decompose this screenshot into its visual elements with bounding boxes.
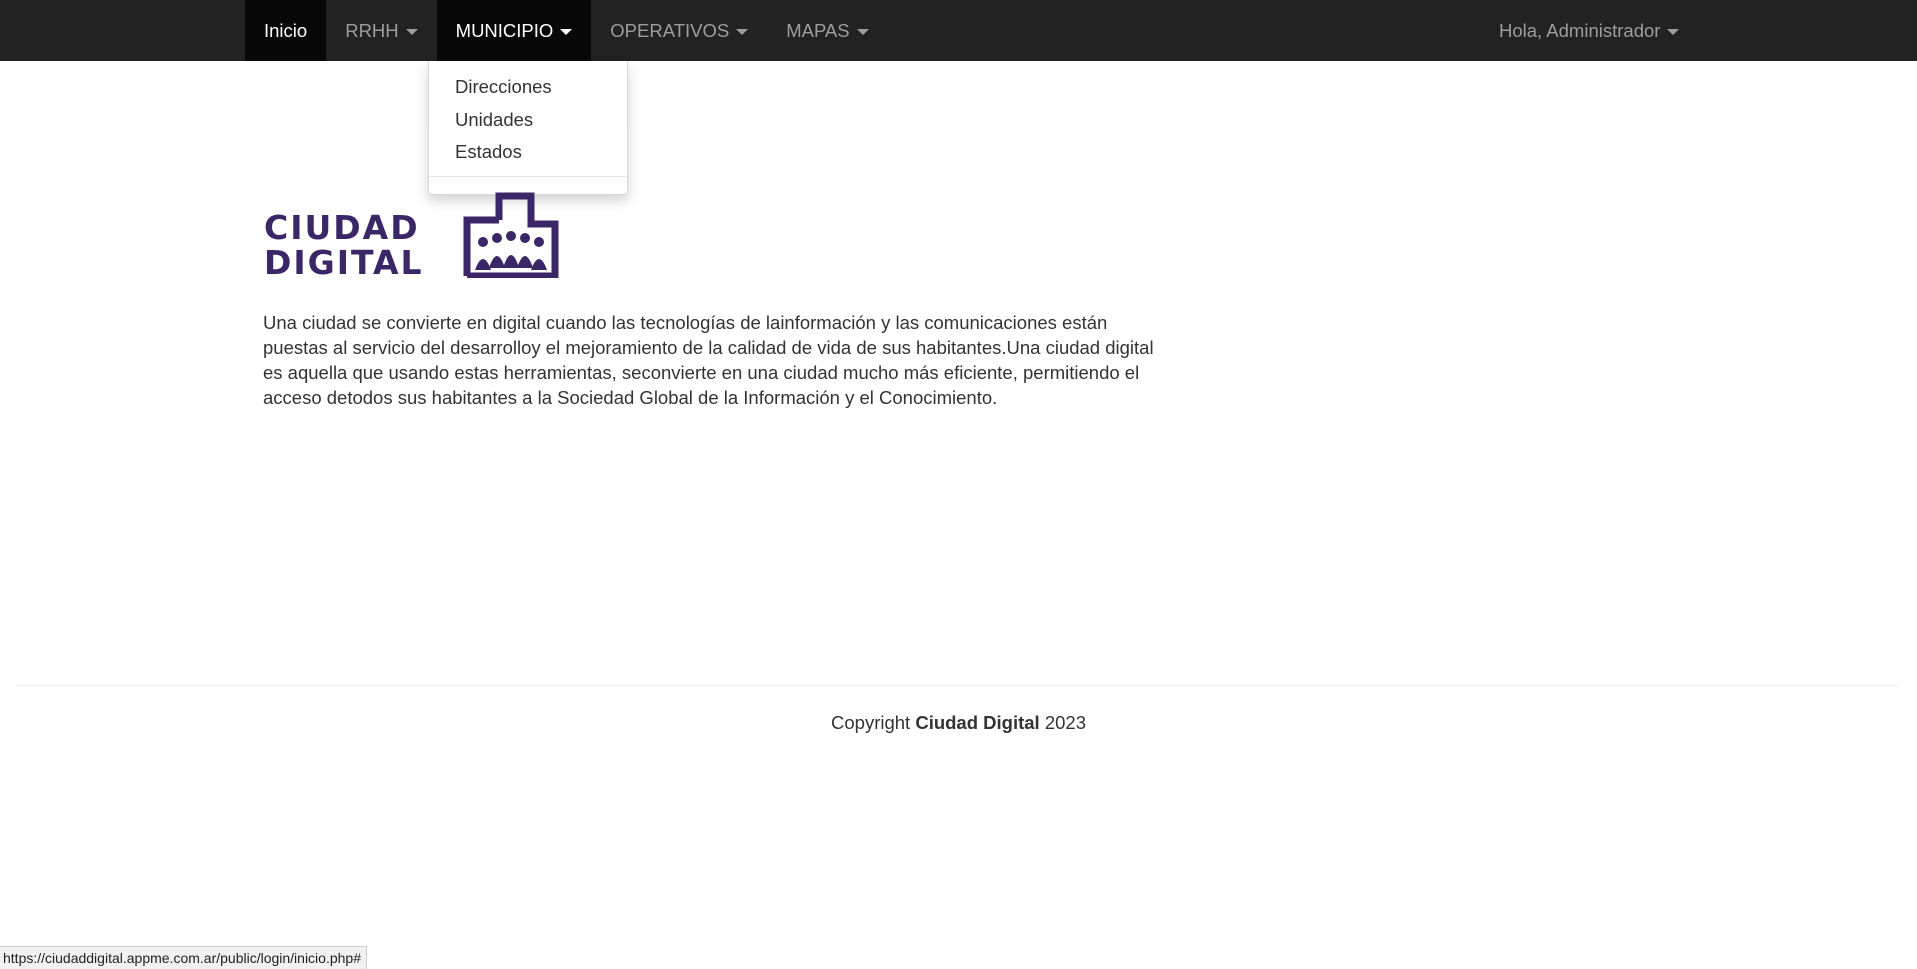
logo-line-1: CIUDAD <box>264 208 420 247</box>
intro-paragraph: Una ciudad se convierte en digital cuand… <box>263 312 1154 408</box>
browser-status-url: https://ciudaddigital.appme.com.ar/publi… <box>0 946 367 969</box>
municipio-dropdown-menu: Direcciones Unidades Estados <box>428 61 628 195</box>
user-menu-label: Hola, Administrador <box>1499 19 1661 41</box>
logo-wordmark: CIUDAD DIGITAL <box>264 210 424 280</box>
user-menu-area: Hola, Administrador <box>1480 0 1698 61</box>
dropdown-item-estados[interactable]: Estados <box>429 136 627 169</box>
footer-copyright: Copyright Ciudad Digital 2023 <box>0 712 1917 734</box>
nav-item-operativos[interactable]: OPERATIVOS <box>591 0 767 61</box>
footer-prefix: Copyright <box>831 712 911 733</box>
nav-item-municipio-label: MUNICIPIO <box>455 19 554 41</box>
caret-down-icon <box>405 28 418 35</box>
nav-item-mapas[interactable]: MAPAS <box>767 0 887 61</box>
nav-item-municipio[interactable]: MUNICIPIO <box>436 0 592 61</box>
top-navbar: Inicio RRHH MUNICIPIO OPERATIVOS MAPAS H… <box>0 0 1917 61</box>
dropdown-divider <box>429 176 627 177</box>
nav-item-mapas-label: MAPAS <box>786 19 850 41</box>
city-people-icon <box>463 192 559 278</box>
nav-menu: Inicio RRHH MUNICIPIO OPERATIVOS MAPAS <box>245 0 888 61</box>
nav-item-operativos-label: OPERATIVOS <box>610 19 730 41</box>
user-menu-toggle[interactable]: Hola, Administrador <box>1480 0 1698 61</box>
caret-down-icon <box>856 28 869 35</box>
nav-item-inicio[interactable]: Inicio <box>245 0 327 61</box>
nav-item-rrhh-label: RRHH <box>345 19 399 41</box>
footer-divider <box>16 685 1898 686</box>
caret-down-icon <box>560 28 573 35</box>
footer-brand: Ciudad Digital <box>915 712 1040 733</box>
caret-down-icon <box>1667 28 1680 35</box>
dropdown-item-direcciones[interactable]: Direcciones <box>429 71 627 104</box>
nav-item-inicio-label: Inicio <box>264 19 308 41</box>
caret-down-icon <box>736 28 749 35</box>
logo-line-2: DIGITAL <box>264 243 424 282</box>
nav-item-rrhh[interactable]: RRHH <box>326 0 436 61</box>
footer-year: 2023 <box>1044 712 1086 733</box>
ciudad-digital-logo: CIUDAD DIGITAL <box>264 190 564 280</box>
dropdown-item-unidades[interactable]: Unidades <box>429 104 627 137</box>
